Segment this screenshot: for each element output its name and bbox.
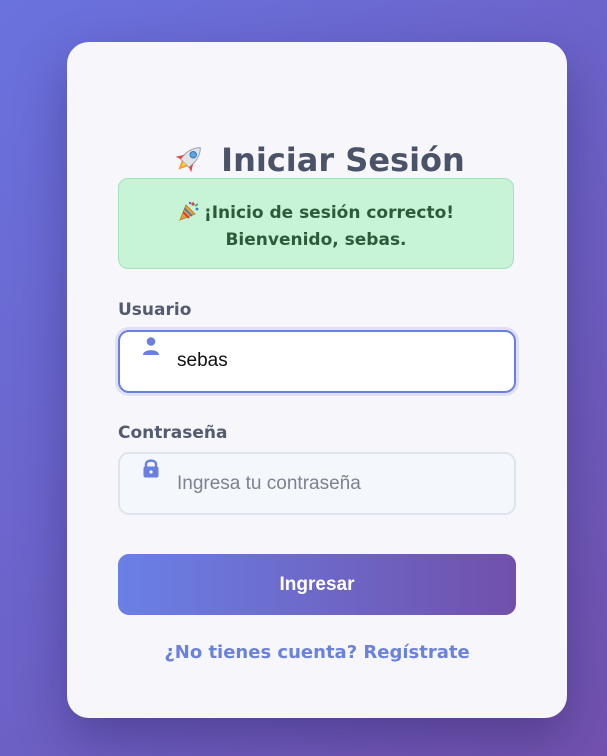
password-field[interactable]: Ingresa tu contraseña: [118, 452, 516, 515]
password-label: Contraseña: [118, 423, 228, 443]
alert-line-1: ¡Inicio de sesión correcto!: [119, 200, 513, 227]
title-text: Iniciar Sesión: [221, 141, 465, 179]
username-field[interactable]: sebas: [118, 330, 516, 393]
username-label: Usuario: [118, 300, 192, 320]
user-icon: [140, 335, 162, 357]
alert-line-2: Bienvenido, sebas.: [225, 230, 407, 250]
page-title: Iniciar Sesión: [67, 138, 567, 182]
alert-message: ¡Inicio de sesión correcto!: [203, 203, 455, 223]
login-card: Iniciar Sesión ¡Inicio de sesión correct…: [67, 42, 567, 718]
party-popper-icon: [178, 201, 200, 221]
lock-icon: [140, 457, 162, 479]
submit-button[interactable]: Ingresar: [118, 554, 516, 615]
success-alert: ¡Inicio de sesión correcto! Bienvenido, …: [118, 178, 514, 269]
rocket-icon: [169, 141, 209, 177]
register-link[interactable]: ¿No tienes cuenta? Regístrate: [67, 642, 567, 663]
username-value: sebas: [177, 350, 228, 371]
password-placeholder: Ingresa tu contraseña: [177, 473, 361, 494]
